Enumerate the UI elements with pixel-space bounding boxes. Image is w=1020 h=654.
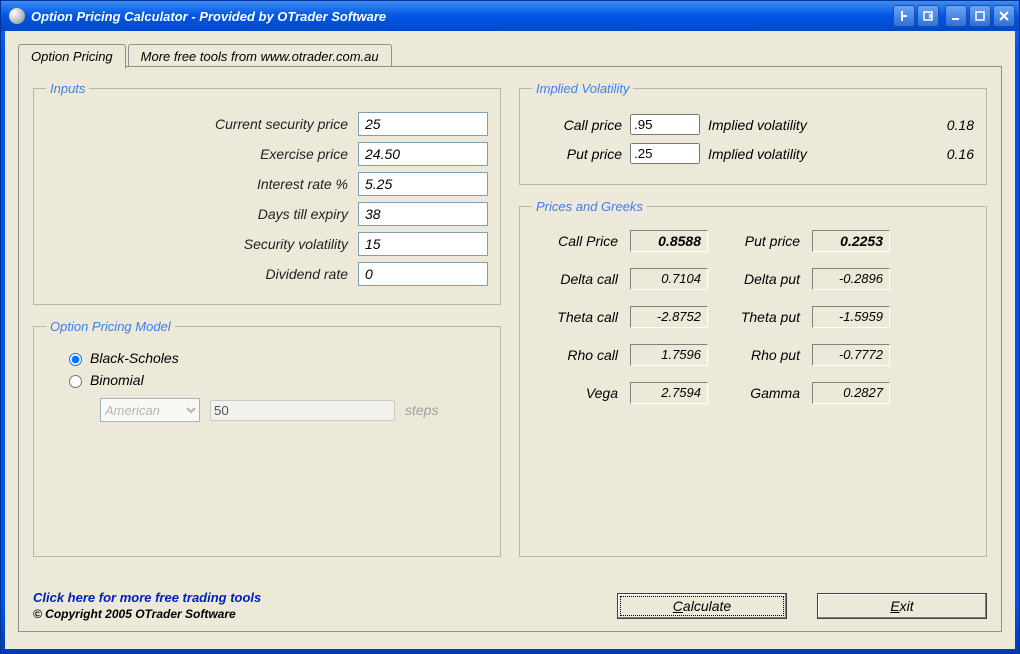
rho-put-value: -0.7772 bbox=[812, 344, 890, 366]
iv-call-result-value: 0.18 bbox=[920, 117, 974, 133]
tab-label: Option Pricing bbox=[31, 49, 113, 64]
window-controls bbox=[945, 5, 1015, 27]
iv-put-result-label: Implied volatility bbox=[708, 146, 912, 162]
security-volatility-input[interactable] bbox=[358, 232, 488, 256]
theta-call-value: -2.8752 bbox=[630, 306, 708, 328]
radio-binomial-input[interactable] bbox=[69, 375, 82, 388]
gamma-value: 0.2827 bbox=[812, 382, 890, 404]
calculate-button[interactable]: Calculate bbox=[617, 593, 787, 619]
tab-strip: Option Pricing More free tools from www.… bbox=[18, 44, 1002, 68]
tab-option-pricing[interactable]: Option Pricing bbox=[18, 44, 126, 69]
iv-call-price-label: Call price bbox=[532, 117, 622, 133]
titlebar: Option Pricing Calculator - Provided by … bbox=[1, 1, 1019, 31]
aux-button-1[interactable] bbox=[893, 5, 915, 27]
window-title: Option Pricing Calculator - Provided by … bbox=[31, 9, 887, 24]
iv-legend: Implied Volatility bbox=[532, 81, 633, 96]
gamma-label: Gamma bbox=[720, 385, 800, 401]
call-price-label: Call Price bbox=[538, 233, 618, 249]
aux-button-group bbox=[893, 5, 939, 27]
interest-rate-label: Interest rate % bbox=[46, 176, 358, 192]
app-icon bbox=[9, 8, 25, 24]
inputs-legend: Inputs bbox=[46, 81, 89, 96]
tab-panel-option-pricing: Inputs Current security price Exercise p… bbox=[18, 66, 1002, 632]
radio-black-scholes-label: Black-Scholes bbox=[90, 350, 179, 366]
delta-call-value: 0.7104 bbox=[630, 268, 708, 290]
put-price-value: 0.2253 bbox=[812, 230, 890, 252]
rho-put-label: Rho put bbox=[720, 347, 800, 363]
left-column: Inputs Current security price Exercise p… bbox=[33, 81, 501, 571]
aux-button-2[interactable] bbox=[917, 5, 939, 27]
copyright-text: © Copyright 2005 OTrader Software bbox=[33, 607, 617, 621]
iv-call-price-input[interactable] bbox=[630, 114, 700, 135]
client-area: Option Pricing More free tools from www.… bbox=[5, 31, 1015, 649]
vega-value: 2.7594 bbox=[630, 382, 708, 404]
iv-put-result-value: 0.16 bbox=[920, 146, 974, 162]
steps-label: steps bbox=[405, 402, 438, 418]
window-frame: Option Pricing Calculator - Provided by … bbox=[0, 0, 1020, 654]
minimize-button[interactable] bbox=[945, 5, 967, 27]
current-security-price-input[interactable] bbox=[358, 112, 488, 136]
radio-binomial[interactable]: Binomial bbox=[64, 372, 484, 388]
exercise-price-input[interactable] bbox=[358, 142, 488, 166]
iv-put-price-label: Put price bbox=[532, 146, 622, 162]
greeks-legend: Prices and Greeks bbox=[532, 199, 647, 214]
days-till-expiry-input[interactable] bbox=[358, 202, 488, 226]
dividend-rate-input[interactable] bbox=[358, 262, 488, 286]
free-tools-link[interactable]: Click here for more free trading tools bbox=[33, 590, 261, 605]
delta-put-value: -0.2896 bbox=[812, 268, 890, 290]
interest-rate-input[interactable] bbox=[358, 172, 488, 196]
right-column: Implied Volatility Call price Implied vo… bbox=[519, 81, 987, 571]
exercise-price-label: Exercise price bbox=[46, 146, 358, 162]
current-security-price-label: Current security price bbox=[46, 116, 358, 132]
inputs-group: Inputs Current security price Exercise p… bbox=[33, 81, 501, 305]
radio-black-scholes-input[interactable] bbox=[69, 353, 82, 366]
rho-call-value: 1.7596 bbox=[630, 344, 708, 366]
delta-put-label: Delta put bbox=[720, 271, 800, 287]
radio-black-scholes[interactable]: Black-Scholes bbox=[64, 350, 484, 366]
model-group: Option Pricing Model Black-Scholes Binom… bbox=[33, 319, 501, 557]
iv-put-price-input[interactable] bbox=[630, 143, 700, 164]
implied-volatility-group: Implied Volatility Call price Implied vo… bbox=[519, 81, 987, 185]
theta-put-label: Theta put bbox=[720, 309, 800, 325]
tab-label: More free tools from www.otrader.com.au bbox=[141, 49, 379, 64]
model-legend: Option Pricing Model bbox=[46, 319, 175, 334]
dividend-rate-label: Dividend rate bbox=[46, 266, 358, 282]
footer-row: Click here for more free trading tools ©… bbox=[33, 590, 987, 621]
theta-call-label: Theta call bbox=[538, 309, 618, 325]
exit-button[interactable]: Exit bbox=[817, 593, 987, 619]
security-volatility-label: Security volatility bbox=[46, 236, 358, 252]
tab-more-tools[interactable]: More free tools from www.otrader.com.au bbox=[128, 44, 392, 68]
exercise-style-select[interactable]: American bbox=[100, 398, 200, 422]
put-price-label: Put price bbox=[720, 233, 800, 249]
delta-call-label: Delta call bbox=[538, 271, 618, 287]
iv-call-result-label: Implied volatility bbox=[708, 117, 912, 133]
prices-greeks-group: Prices and Greeks Call Price 0.8588 Put … bbox=[519, 199, 987, 557]
rho-call-label: Rho call bbox=[538, 347, 618, 363]
vega-label: Vega bbox=[538, 385, 618, 401]
maximize-button[interactable] bbox=[969, 5, 991, 27]
call-price-value: 0.8588 bbox=[630, 230, 708, 252]
theta-put-value: -1.5959 bbox=[812, 306, 890, 328]
binomial-params: American steps bbox=[100, 398, 488, 422]
radio-binomial-label: Binomial bbox=[90, 372, 144, 388]
close-button[interactable] bbox=[993, 5, 1015, 27]
steps-input[interactable] bbox=[210, 400, 395, 421]
days-till-expiry-label: Days till expiry bbox=[46, 206, 358, 222]
